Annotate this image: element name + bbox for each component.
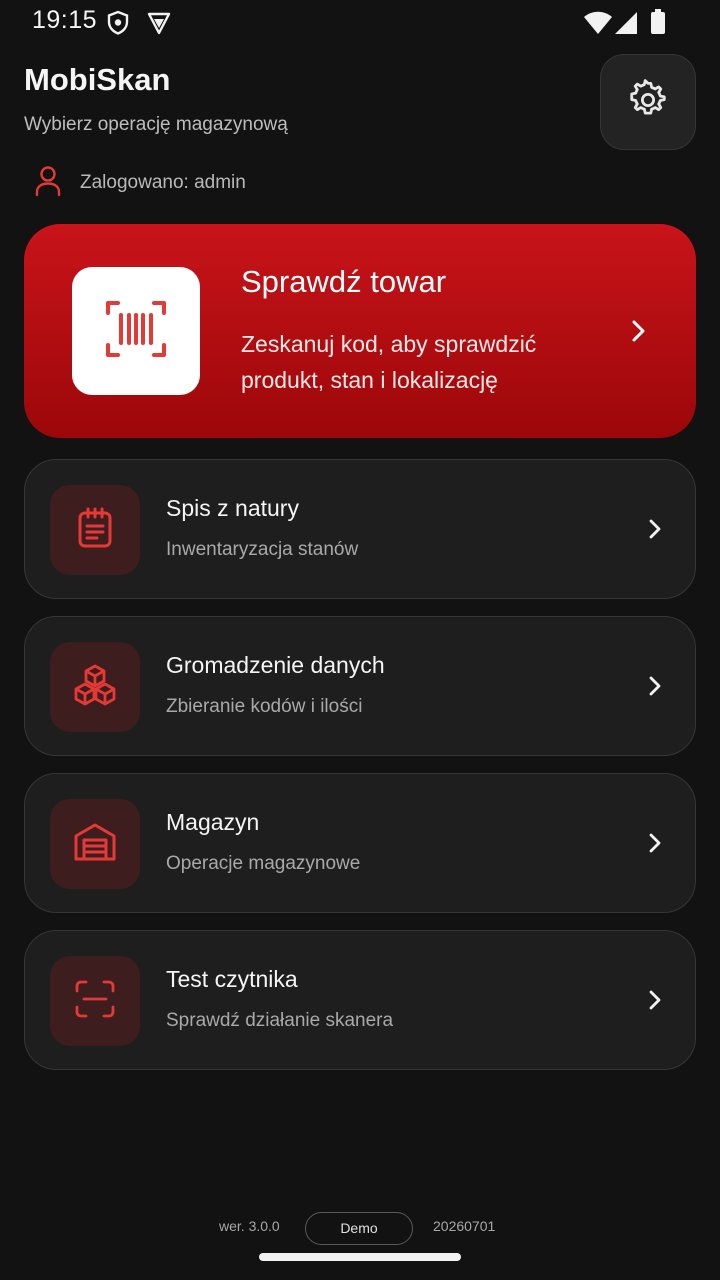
menu-item-title: Spis z natury (166, 495, 299, 521)
menu-item-subtitle: Zbieranie kodów i ilości (166, 696, 363, 717)
menu-item-subtitle: Operacje magazynowe (166, 853, 361, 874)
menu-icon-tile (50, 642, 140, 732)
menu-item-scanner-test[interactable]: Test czytnika Sprawdź działanie skanera (24, 930, 696, 1070)
version-label: wer. 3.0.0 (219, 1218, 280, 1234)
shield-icon (106, 10, 130, 41)
clipboard-icon (75, 507, 115, 554)
menu-icon-tile (50, 799, 140, 889)
chevron-right-icon (645, 517, 665, 546)
boxes-icon (72, 664, 118, 711)
gear-icon (627, 78, 669, 126)
user-icon (34, 165, 62, 202)
hero-title: Sprawdź towar (241, 264, 447, 299)
logged-user-row: Zalogowano: admin (34, 165, 246, 202)
hero-description: Zeskanuj kod, aby sprawdzić produkt, sta… (241, 331, 537, 393)
menu-item-data-collection[interactable]: Gromadzenie danych Zbieranie kodów i ilo… (24, 616, 696, 756)
vpn-icon (146, 10, 172, 41)
chevron-right-icon (645, 674, 665, 703)
chevron-right-icon (626, 318, 650, 349)
menu-icon-tile (50, 956, 140, 1046)
menu-item-title: Magazyn (166, 809, 260, 835)
build-label: 20260701 (433, 1218, 496, 1234)
check-product-card[interactable]: Sprawdź towar Zeskanuj kod, aby sprawdzi… (24, 224, 696, 438)
menu-item-title: Gromadzenie danych (166, 652, 385, 678)
menu-item-subtitle: Sprawdź działanie skanera (166, 1010, 394, 1031)
wifi-icon (583, 11, 613, 40)
scan-frame-icon (74, 979, 116, 1024)
chevron-right-icon (645, 988, 665, 1017)
battery-icon (650, 9, 666, 40)
warehouse-icon (72, 821, 118, 868)
mode-badge: Demo (305, 1212, 413, 1245)
signal-icon (614, 11, 638, 40)
chevron-right-icon (645, 831, 665, 860)
menu-item-stocktaking[interactable]: Spis z natury Inwentaryzacja stanów (24, 459, 696, 599)
menu-icon-tile (50, 485, 140, 575)
app-title: MobiSkan (24, 62, 171, 97)
logged-user-label: Zalogowano: admin (80, 172, 246, 193)
settings-button[interactable] (600, 54, 696, 150)
menu-item-subtitle: Inwentaryzacja stanów (166, 539, 359, 560)
app-subtitle: Wybierz operację magazynową (24, 114, 288, 135)
barcode-scan-icon (104, 297, 168, 366)
menu-item-title: Test czytnika (166, 966, 298, 992)
home-screen: 19:15 MobiSkan Wybierz operację magazyno… (0, 0, 720, 1280)
footer: wer. 3.0.0 Demo 20260701 (0, 1212, 720, 1246)
home-indicator[interactable] (259, 1253, 461, 1261)
status-time: 19:15 (32, 6, 98, 34)
hero-icon-tile (72, 267, 200, 395)
status-bar: 19:15 (0, 0, 720, 46)
menu-item-warehouse[interactable]: Magazyn Operacje magazynowe (24, 773, 696, 913)
